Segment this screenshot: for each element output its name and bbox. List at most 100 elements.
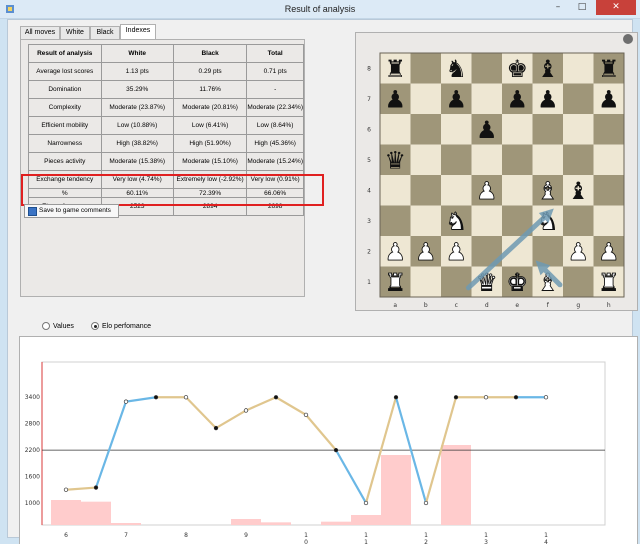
save-to-comments-button[interactable]: Save to game comments	[24, 204, 119, 218]
total-cell: 0.71 pts	[246, 62, 304, 81]
board-square[interactable]	[380, 205, 411, 237]
maximize-button[interactable]: □	[570, 0, 594, 15]
black-pawn-icon[interactable]: ♟	[537, 85, 559, 113]
rank-label: 8	[367, 65, 371, 72]
black-bishop-icon[interactable]: ♝	[537, 55, 559, 83]
row-label: Pieces activity	[28, 152, 102, 171]
chess-board[interactable]: ♜♞♚♝♜♟♟♟♟♟♟♛♟♝♝♞♞♟♟♟♟♟♜♛♚♝♜abcdefgh87654…	[356, 33, 639, 312]
board-square[interactable]	[410, 175, 442, 206]
board-square[interactable]	[441, 114, 472, 145]
board-square[interactable]	[410, 266, 442, 298]
board-square[interactable]	[563, 266, 594, 298]
board-square[interactable]	[441, 144, 472, 176]
board-square[interactable]	[563, 114, 594, 145]
save-button-label: Save to game comments	[39, 207, 111, 214]
tab-indexes[interactable]: Indexes	[120, 24, 156, 39]
black-pawn-icon[interactable]: ♟	[384, 85, 406, 113]
board-square[interactable]	[410, 205, 442, 237]
board-square[interactable]	[532, 114, 564, 145]
board-square[interactable]	[410, 83, 442, 115]
minimize-button[interactable]: –	[546, 0, 570, 15]
board-square[interactable]	[502, 114, 533, 145]
board-square[interactable]	[593, 114, 625, 145]
table-header: White	[100, 44, 174, 63]
y-tick-label: 2800	[25, 421, 40, 428]
white-pawn-icon[interactable]: ♟	[415, 237, 437, 266]
white-pawn-icon[interactable]: ♟	[567, 237, 589, 266]
x-tick-label: 0	[304, 539, 308, 544]
board-square[interactable]	[410, 114, 442, 145]
elo-point	[93, 485, 99, 490]
board-square[interactable]	[593, 144, 625, 176]
white-pawn-icon[interactable]: ♟	[384, 237, 406, 266]
table-header: Black	[172, 44, 248, 63]
board-square[interactable]	[441, 175, 472, 206]
white-knight-icon[interactable]: ♞	[445, 207, 467, 236]
x-tick-label: 9	[244, 532, 248, 539]
tab-all-moves[interactable]: All moves	[20, 26, 60, 39]
white-cell: High (38.82%)	[100, 134, 174, 153]
table-header: Total	[246, 44, 304, 63]
rank-label: 4	[367, 187, 371, 194]
tab-black[interactable]: Black	[90, 26, 120, 39]
board-square[interactable]	[563, 83, 594, 115]
black-knight-icon[interactable]: ♞	[445, 55, 467, 83]
board-square[interactable]	[471, 144, 503, 176]
board-square[interactable]	[593, 205, 625, 237]
file-label: a	[393, 302, 397, 309]
elo-point	[543, 395, 549, 400]
white-king-icon[interactable]: ♚	[506, 268, 528, 297]
table-row: Complexity Moderate (23.87%) Moderate (20.…	[28, 98, 304, 117]
radio-elo-label: Elo perfomance	[102, 322, 152, 330]
board-square[interactable]	[380, 114, 411, 145]
x-tick-label: 4	[544, 539, 548, 544]
board-square[interactable]	[471, 205, 503, 237]
board-square[interactable]	[441, 266, 472, 298]
radio-elo[interactable]: Elo perfomance	[91, 322, 151, 330]
board-square[interactable]	[502, 144, 533, 176]
board-square[interactable]	[380, 175, 411, 206]
x-tick-label: 2	[424, 539, 428, 544]
board-square[interactable]	[563, 144, 594, 176]
white-pawn-icon[interactable]: ♟	[476, 176, 498, 205]
move-bar	[261, 522, 291, 525]
board-square[interactable]	[410, 53, 442, 84]
black-rook-icon[interactable]: ♜	[598, 55, 620, 83]
black-queen-icon[interactable]: ♛	[384, 146, 406, 174]
black-cell: 0.29 pts	[172, 62, 248, 81]
black-rook-icon[interactable]: ♜	[384, 55, 406, 83]
move-bar	[231, 519, 261, 525]
black-pawn-icon[interactable]: ♟	[598, 85, 620, 113]
board-square[interactable]	[532, 144, 564, 176]
dialog-client: All moves White Black Indexes Result of …	[7, 19, 638, 544]
white-pawn-icon[interactable]: ♟	[445, 237, 467, 266]
white-pawn-icon[interactable]: ♟	[598, 237, 620, 266]
board-square[interactable]	[471, 53, 503, 84]
x-tick-label: 1	[304, 532, 308, 539]
board-square[interactable]	[502, 175, 533, 206]
black-pawn-icon[interactable]: ♟	[445, 85, 467, 113]
elo-point	[363, 500, 369, 506]
black-king-icon[interactable]: ♚	[506, 55, 528, 83]
y-tick-label: 3400	[25, 394, 40, 401]
black-cell: Moderate (15.10%)	[172, 152, 248, 171]
tab-white[interactable]: White	[60, 26, 90, 39]
radio-values[interactable]: Values	[42, 322, 74, 330]
black-pawn-icon[interactable]: ♟	[476, 116, 498, 144]
board-square[interactable]	[410, 144, 442, 176]
board-square[interactable]	[563, 205, 594, 237]
board-square[interactable]	[471, 83, 503, 115]
elo-point	[273, 395, 279, 400]
close-button[interactable]: ✕	[596, 0, 636, 15]
table-row: Pieces activity Moderate (15.38%) Moderate…	[28, 152, 304, 171]
y-tick-label: 1600	[25, 474, 40, 481]
black-pawn-icon[interactable]: ♟	[506, 85, 528, 113]
board-square[interactable]	[593, 175, 625, 206]
white-rook-icon[interactable]: ♜	[598, 268, 620, 297]
table-row: Domination 35.29% 11.76% -	[28, 80, 304, 99]
white-bishop-icon[interactable]: ♝	[537, 176, 559, 205]
white-rook-icon[interactable]: ♜	[384, 268, 406, 297]
black-bishop-icon[interactable]: ♝	[567, 177, 589, 205]
x-tick-label: 3	[484, 539, 488, 544]
board-square[interactable]	[563, 53, 594, 84]
